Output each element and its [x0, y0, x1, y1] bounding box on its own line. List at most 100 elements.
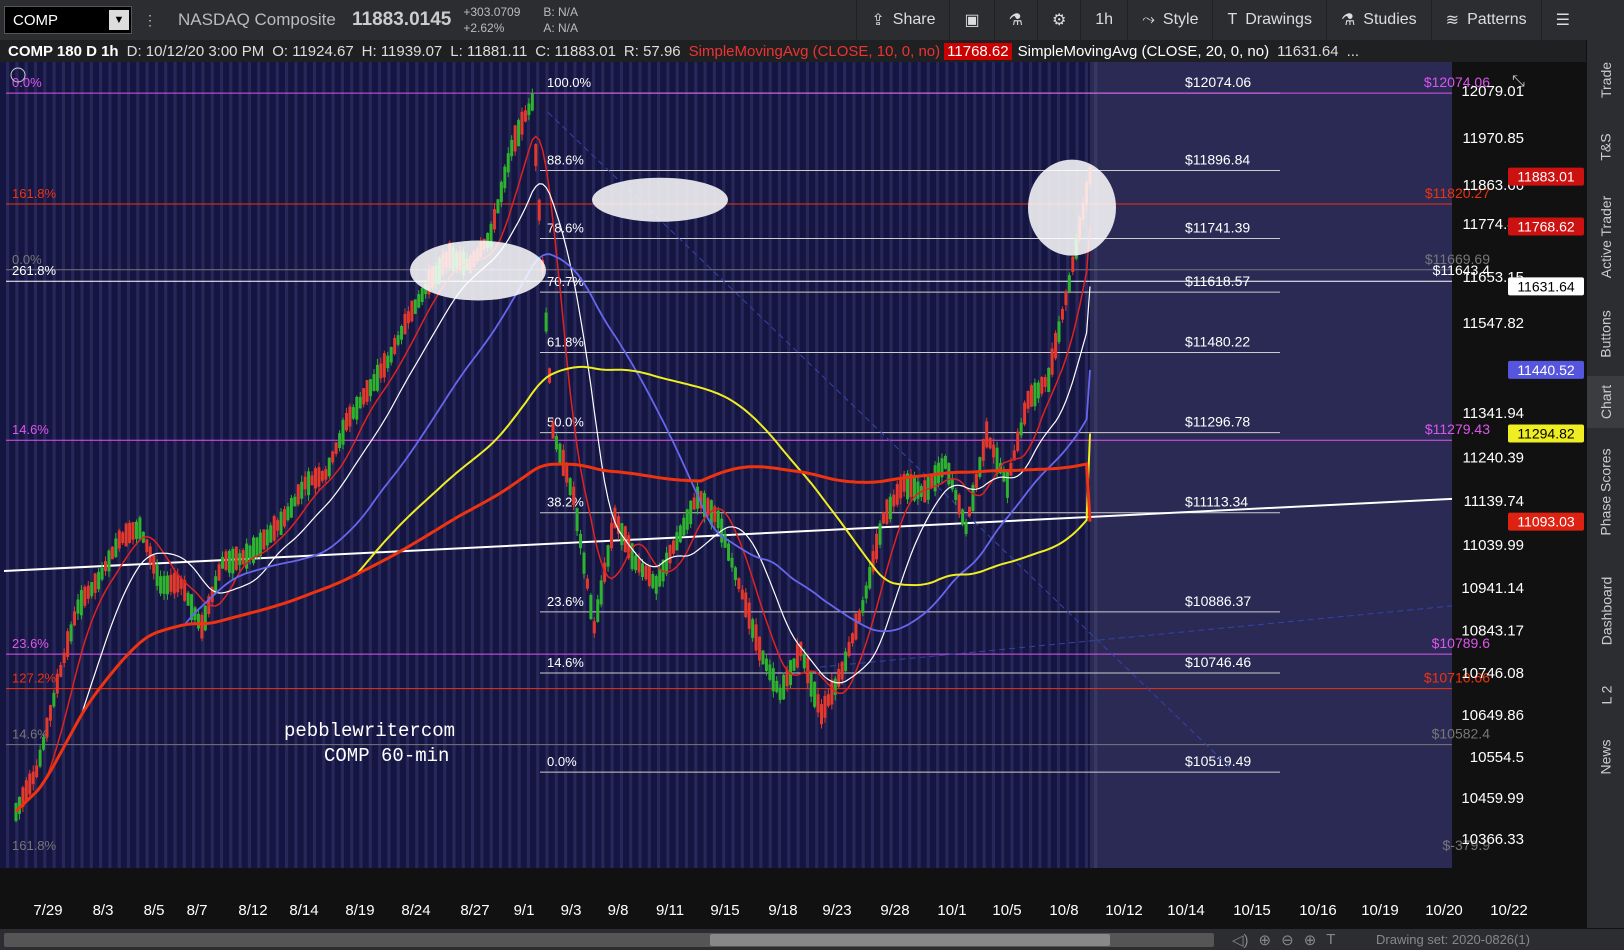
candle-body	[369, 379, 373, 397]
candle-body	[172, 572, 176, 594]
session-stripe	[880, 62, 884, 868]
session-stripe	[777, 62, 782, 868]
session-stripe	[266, 62, 270, 868]
candle-body	[992, 444, 996, 458]
target-icon[interactable]: ⊕	[1259, 931, 1272, 949]
session-stripe	[257, 62, 261, 868]
candle-body	[747, 602, 751, 629]
candle-body	[128, 522, 132, 543]
candle-body	[241, 550, 245, 565]
ext-pct-3: 261.8%	[12, 263, 57, 278]
candle-body	[892, 494, 896, 507]
settings-button[interactable]: ⚙	[1036, 0, 1080, 40]
flask-button[interactable]: ⚗	[993, 0, 1037, 40]
more-studies[interactable]: ...	[1347, 43, 1360, 60]
candle-body	[214, 576, 218, 594]
sma20-label[interactable]: SimpleMovingAvg (CLOSE, 20, 0, no)	[1018, 43, 1270, 60]
y-tick-label: 10941.14	[1461, 580, 1524, 597]
fib-price-7: $10886.37	[1185, 593, 1251, 609]
sidebar-tab-chart[interactable]: Chart	[1587, 376, 1624, 428]
zoom-out-icon[interactable]: ⊖	[1281, 931, 1294, 949]
candle-body	[737, 578, 741, 589]
session-stripe	[480, 62, 484, 868]
studies-icon: ⚗	[1340, 12, 1356, 29]
candle-body	[644, 565, 648, 580]
symbol-selector[interactable]: COMP ▼	[4, 6, 132, 34]
x-tick-label: 9/1	[514, 902, 535, 919]
candle-body	[527, 103, 531, 116]
ext-price-7: $10582.4	[1432, 726, 1491, 742]
sidebar-tab-news[interactable]: News	[1587, 726, 1624, 788]
drawings-button[interactable]: T Drawings	[1212, 0, 1325, 40]
session-stripe	[33, 62, 38, 868]
camera-icon: ▣	[964, 12, 980, 29]
sidebar-tab-trade[interactable]: Trade	[1587, 48, 1624, 112]
candle-body	[255, 537, 259, 557]
text-icon[interactable]: T	[1326, 931, 1335, 949]
session-stripe	[117, 62, 121, 868]
horizontal-scrollbar[interactable]	[4, 933, 1214, 947]
candle-body	[200, 614, 204, 639]
patterns-button[interactable]: ≋ Patterns	[1430, 0, 1541, 40]
zoom-controls: ◁) ⊕ ⊖ ⊕ T	[1232, 931, 1335, 949]
candle-body	[572, 486, 576, 506]
candle-body	[1060, 308, 1064, 320]
session-stripe	[154, 62, 158, 868]
candle-body	[248, 545, 252, 560]
candle-body	[771, 668, 775, 692]
candle-body	[809, 670, 813, 697]
candle-body	[754, 624, 758, 651]
link-icon[interactable]: ⋮	[140, 12, 160, 29]
menu-button[interactable]: ☰	[1540, 0, 1584, 40]
candle-body	[802, 654, 806, 669]
candle-body	[503, 166, 507, 189]
candle-body	[355, 396, 359, 420]
session-stripe	[108, 62, 112, 868]
x-tick-label: 10/14	[1167, 902, 1205, 919]
speaker-icon[interactable]: ◁)	[1232, 931, 1249, 949]
aggregation-button[interactable]: 1h	[1080, 0, 1127, 40]
chevron-down-icon[interactable]: ▼	[109, 10, 129, 30]
candle-body	[317, 467, 321, 487]
candle-body	[565, 465, 569, 483]
candle-body	[279, 511, 283, 535]
studies-button[interactable]: ⚗ Studies	[1325, 0, 1431, 40]
x-tick-label: 8/3	[93, 902, 114, 919]
candle-body	[534, 144, 538, 167]
sidebar-tab-phase-scores[interactable]: Phase Scores	[1587, 431, 1624, 553]
scrollbar-thumb[interactable]	[710, 934, 1110, 946]
candle-body	[341, 420, 345, 445]
sidebar-tab-buttons[interactable]: Buttons	[1587, 295, 1624, 373]
sidebar-tab-label: Buttons	[1598, 310, 1615, 358]
candle-body	[864, 585, 868, 599]
candle-body	[647, 565, 651, 586]
price-chart[interactable]: 100.0% $12074.0688.6% $11896.8478.6% $11741…	[0, 62, 1586, 928]
x-tick-label: 8/24	[401, 902, 430, 919]
candle-body	[961, 509, 965, 525]
candle-body	[875, 533, 879, 560]
snapshot-button[interactable]: ▣	[949, 0, 993, 40]
sma10-label[interactable]: SimpleMovingAvg (CLOSE, 10, 0, no)	[689, 43, 941, 60]
y-tick-label: 10366.33	[1461, 831, 1524, 848]
candle-body	[840, 661, 844, 680]
style-button[interactable]: ⤳ Style	[1127, 0, 1212, 40]
candle-body	[196, 613, 200, 629]
zoom-in-icon[interactable]: ⊕	[1304, 931, 1317, 949]
sidebar-tab-l-2[interactable]: L 2	[1587, 668, 1624, 722]
share-button[interactable]: ⇪ Share	[856, 0, 949, 40]
x-tick-label: 8/14	[289, 902, 318, 919]
candle-body	[307, 471, 311, 496]
candle-body	[145, 539, 149, 553]
sidebar-tab-t-s[interactable]: T&S	[1587, 114, 1624, 180]
symbol-text: COMP	[13, 11, 58, 29]
sidebar-tab-active-trader[interactable]: Active Trader	[1587, 182, 1624, 292]
fib-pct-8: 14.6%	[547, 655, 584, 670]
sma20-value: 11631.64	[1277, 42, 1339, 60]
sidebar-tab-dashboard[interactable]: Dashboard	[1587, 557, 1624, 665]
x-tick-label: 10/1	[937, 902, 966, 919]
chart-header: COMP 180 D 1h	[8, 42, 119, 60]
session-stripe	[247, 62, 251, 868]
candle-body	[69, 624, 73, 642]
candle-body	[558, 443, 562, 465]
candle-body	[107, 550, 111, 572]
